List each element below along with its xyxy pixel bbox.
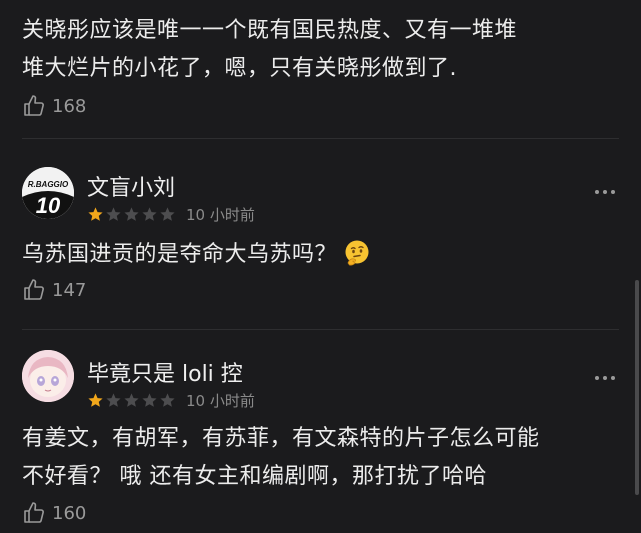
more-options-button[interactable] xyxy=(595,190,615,194)
like-button[interactable]: 168 xyxy=(22,94,86,118)
username[interactable]: 毕竟只是 loli 控 xyxy=(87,356,243,388)
rating-row: 10 小时前 xyxy=(87,204,255,225)
comment-text-line: 乌苏国进贡的是夺命大乌苏吗？ xyxy=(22,242,338,267)
avatar-jersey-name: R.BAGGIO xyxy=(28,180,69,189)
comment-text: 关晓彤应该是唯一一个既有国民热度、又有一堆堆 堆大烂片的小花了，嗯，只有关晓彤做… xyxy=(22,12,611,88)
dot-icon xyxy=(603,376,607,380)
dot-icon xyxy=(611,376,615,380)
avatar-image: R.BAGGIO 10 xyxy=(22,167,74,219)
comment-item: 关晓彤应该是唯一一个既有国民热度、又有一堆堆 堆大烂片的小花了，嗯，只有关晓彤做… xyxy=(0,0,641,140)
star-empty-icon xyxy=(160,393,175,407)
like-count: 160 xyxy=(52,502,87,524)
star-rating xyxy=(87,206,176,223)
thinking-face-icon xyxy=(345,240,369,266)
thumbs-up-icon xyxy=(24,279,44,300)
comment-text-line: 不好看？ 哦 还有女主和编剧啊，那打扰了哈哈 xyxy=(22,464,487,489)
star-filled-icon xyxy=(88,207,103,221)
star-empty-icon xyxy=(142,207,157,221)
star-empty-icon xyxy=(160,207,175,221)
scrollbar[interactable] xyxy=(635,280,639,495)
star-empty-icon xyxy=(124,207,139,221)
dot-icon xyxy=(611,190,615,194)
rating-row: 10 小时前 xyxy=(87,390,255,411)
thumbs-up-icon xyxy=(24,95,44,116)
avatar-jersey-number: 10 xyxy=(36,193,61,218)
comment-text-line: 堆大烂片的小花了，嗯，只有关晓彤做到了. xyxy=(22,56,457,81)
more-options-button[interactable] xyxy=(595,376,615,380)
avatar-image xyxy=(22,350,74,402)
timestamp: 10 小时前 xyxy=(186,392,255,410)
like-count: 147 xyxy=(52,279,87,301)
thumbs-up-icon xyxy=(24,502,44,523)
like-button[interactable]: 147 xyxy=(22,278,86,302)
comment-text-line: 有姜文，有胡军，有苏菲，有文森特的片子怎么可能 xyxy=(22,426,540,451)
star-empty-icon xyxy=(106,393,121,407)
star-empty-icon xyxy=(142,393,157,407)
comment-feed: 关晓彤应该是唯一一个既有国民热度、又有一堆堆 堆大烂片的小花了，嗯，只有关晓彤做… xyxy=(0,0,641,533)
comment-text: 乌苏国进贡的是夺命大乌苏吗？ xyxy=(22,236,611,274)
comment-text-line: 关晓彤应该是唯一一个既有国民热度、又有一堆堆 xyxy=(22,18,518,43)
star-filled-icon xyxy=(88,393,103,407)
comment-item: 毕竟只是 loli 控 10 小时前 有姜文，有胡军，有苏菲，有文森特的片子怎么… xyxy=(0,330,641,533)
avatar[interactable]: R.BAGGIO 10 xyxy=(22,167,74,219)
username[interactable]: 文盲小刘 xyxy=(87,170,175,202)
comment-text: 有姜文，有胡军，有苏菲，有文森特的片子怎么可能 不好看？ 哦 还有女主和编剧啊，… xyxy=(22,420,611,496)
star-empty-icon xyxy=(124,393,139,407)
star-rating xyxy=(87,392,176,409)
avatar[interactable] xyxy=(22,350,74,402)
like-button[interactable]: 160 xyxy=(22,501,86,525)
dot-icon xyxy=(603,190,607,194)
comment-item: R.BAGGIO 10 文盲小刘 10 小时前 乌苏国进贡的是夺命大乌苏吗？ 1… xyxy=(0,140,641,330)
divider xyxy=(22,138,619,139)
star-empty-icon xyxy=(106,207,121,221)
like-count: 168 xyxy=(52,95,87,117)
dot-icon xyxy=(595,376,599,380)
timestamp: 10 小时前 xyxy=(186,206,255,224)
dot-icon xyxy=(595,190,599,194)
